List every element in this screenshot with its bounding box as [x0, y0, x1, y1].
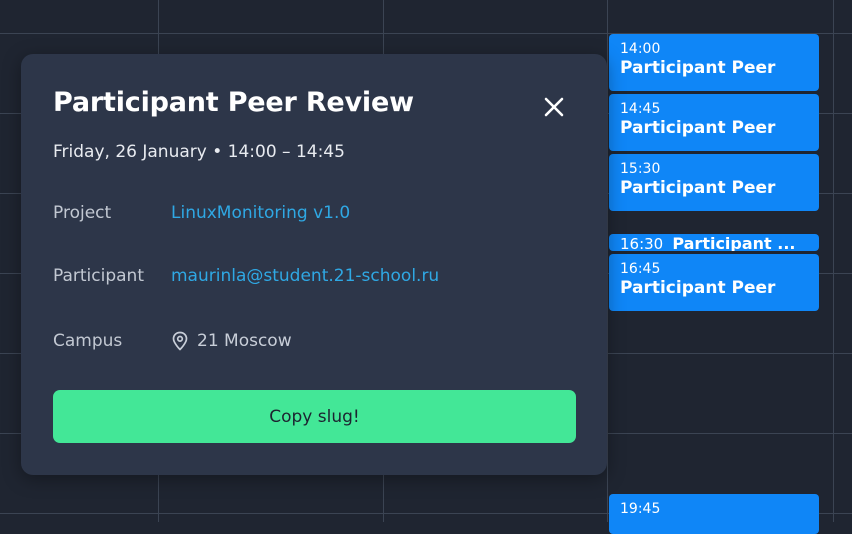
campus-label: Campus [53, 331, 123, 351]
grid-line [607, 0, 608, 522]
grid-line [833, 0, 834, 522]
calendar-event[interactable]: 16:45 Participant Peer [609, 254, 819, 311]
event-time: 14:45 [620, 101, 661, 117]
event-date-time: Friday, 26 January • 14:00 – 14:45 [53, 142, 345, 162]
event-time: 19:45 [620, 501, 661, 517]
campus-name: 21 Moscow [197, 331, 292, 351]
popup-title: Participant Peer Review [53, 87, 414, 118]
event-title: Participant Peer [620, 278, 776, 298]
event-time: 16:30 [620, 235, 664, 252]
event-title: Participant Peer [620, 118, 776, 138]
calendar-event[interactable]: 15:30 Participant Peer [609, 154, 819, 211]
calendar-event[interactable]: 19:45 [609, 494, 819, 534]
campus-value: 21 Moscow [171, 331, 292, 351]
calendar-event[interactable]: 14:00 Participant Peer [609, 34, 819, 91]
project-label: Project [53, 203, 112, 223]
map-pin-icon [171, 331, 189, 351]
copy-slug-button[interactable]: Copy slug! [53, 390, 576, 443]
participant-label: Participant [53, 266, 145, 286]
close-icon[interactable] [539, 92, 569, 122]
event-title: Participant Peer [620, 178, 776, 198]
project-link[interactable]: LinuxMonitoring v1.0 [171, 203, 350, 223]
event-time: 16:45 [620, 261, 661, 277]
event-time: 14:00 [620, 41, 661, 57]
event-title: Participant ... [672, 234, 796, 251]
event-time: 15:30 [620, 161, 661, 177]
event-title: Participant Peer [620, 58, 776, 78]
event-details-popup: Participant Peer Review Friday, 26 Janua… [21, 54, 607, 475]
calendar-event[interactable]: 14:45 Participant Peer [609, 94, 819, 151]
calendar-event[interactable]: 16:30 Participant ... [609, 234, 819, 251]
participant-link[interactable]: maurinla@student.21-school.ru [171, 266, 439, 286]
